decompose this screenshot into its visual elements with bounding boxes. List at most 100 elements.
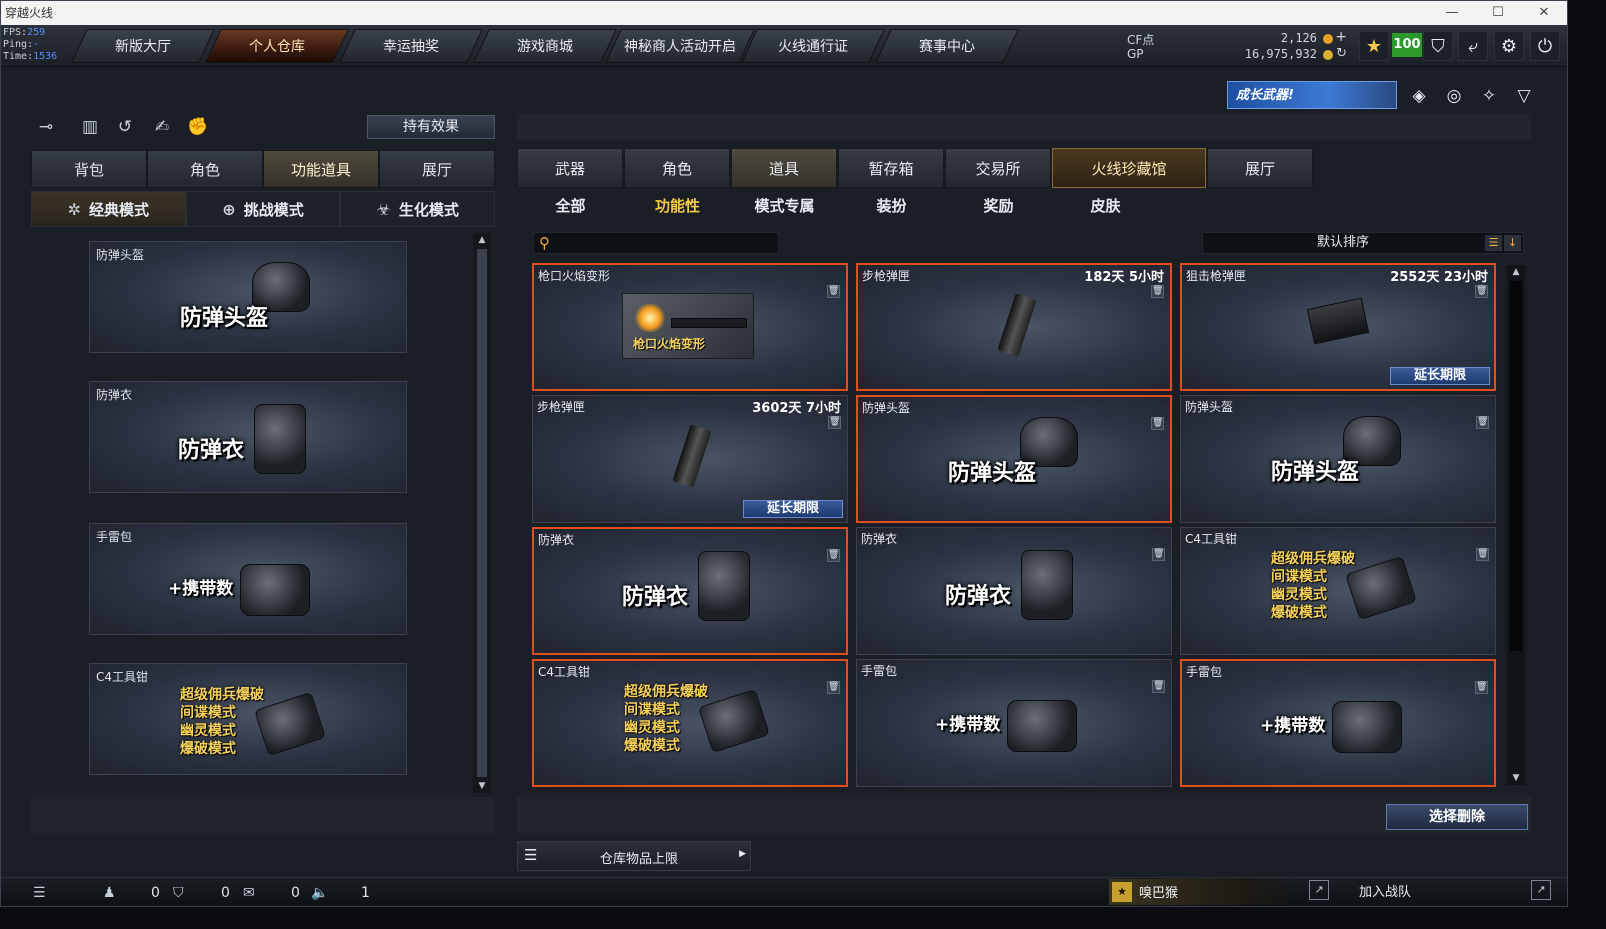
right-scrollbar[interactable]: ▲ ▼ bbox=[1507, 265, 1525, 785]
sub-tab[interactable]: 全部 bbox=[517, 191, 624, 221]
extend-button[interactable]: 延长期限 bbox=[1390, 367, 1490, 385]
inventory-card[interactable]: C4工具钳 🗑 超级佣兵爆破 间谍模式 幽灵模式 爆破模式 bbox=[1180, 527, 1496, 655]
scroll-thumb[interactable] bbox=[477, 249, 487, 777]
scroll-up-icon[interactable]: ▲ bbox=[1507, 265, 1525, 279]
right-tab[interactable]: 火线珍藏馆 bbox=[1052, 148, 1206, 188]
trash-icon[interactable]: 🗑 bbox=[827, 549, 840, 562]
nav-tab[interactable]: 游戏商城 bbox=[473, 29, 617, 63]
left-tab[interactable]: 角色 bbox=[147, 150, 263, 188]
sub-tab[interactable]: 皮肤 bbox=[1052, 191, 1159, 221]
mode-tab[interactable]: ☣ 生化模式 bbox=[340, 191, 496, 227]
inventory-card[interactable]: C4工具钳 超级佣兵爆破 间谍模式 幽灵模式 爆破模式 bbox=[89, 663, 407, 775]
key-icon[interactable]: ⊸ bbox=[33, 114, 59, 140]
trash-icon[interactable]: 🗑 bbox=[1475, 681, 1488, 694]
maximize-button[interactable]: ☐ bbox=[1475, 1, 1521, 25]
left-scrollbar[interactable]: ▲ ▼ bbox=[473, 233, 491, 793]
inventory-card[interactable]: 防弹衣 防弹衣 bbox=[89, 381, 407, 493]
left-tab[interactable]: 展厅 bbox=[379, 150, 495, 188]
chat-icon[interactable]: ✉ bbox=[243, 882, 255, 904]
inventory-card[interactable]: 枪口火焰变形 🗑 枪口火焰变形 bbox=[532, 263, 848, 391]
nav-tab[interactable]: 神秘商人活动开启 bbox=[605, 29, 755, 63]
gear-icon[interactable]: ⚙ bbox=[1494, 31, 1524, 61]
trash-icon[interactable]: 🗑 bbox=[828, 416, 841, 429]
trash-icon[interactable]: 🗑 bbox=[1151, 285, 1164, 298]
trash-icon[interactable]: 🗑 bbox=[827, 285, 840, 298]
power-icon[interactable]: ⏻ bbox=[1530, 31, 1560, 61]
scroll-thumb[interactable] bbox=[1510, 281, 1522, 651]
wing-icon[interactable]: ✧ bbox=[1476, 83, 1502, 109]
sub-tab[interactable]: 功能性 bbox=[624, 191, 731, 221]
stats-icon[interactable]: ▥ bbox=[77, 114, 103, 140]
left-tab[interactable]: 功能道具 bbox=[263, 150, 379, 188]
open-window-icon[interactable]: ↗ bbox=[1531, 880, 1551, 900]
trash-icon[interactable]: 🗑 bbox=[1476, 416, 1489, 429]
mode-tab[interactable]: ✲ 经典模式 bbox=[31, 191, 186, 227]
trash-icon[interactable]: 🗑 bbox=[1475, 285, 1488, 298]
growth-weapon-banner[interactable]: 成长武器! bbox=[1227, 81, 1397, 109]
scroll-down-icon[interactable]: ▼ bbox=[473, 779, 491, 793]
join-team-label[interactable]: 加入战队 bbox=[1359, 881, 1411, 900]
extend-button[interactable]: 延长期限 bbox=[743, 500, 843, 518]
right-tab[interactable]: 道具 bbox=[731, 148, 837, 188]
sub-tab[interactable]: 奖励 bbox=[945, 191, 1052, 221]
scroll-up-icon[interactable]: ▲ bbox=[473, 233, 491, 247]
glove-icon[interactable]: ✊ bbox=[185, 114, 211, 140]
hand-icon[interactable]: ✍ bbox=[149, 114, 175, 140]
globe-icon[interactable]: ◎ bbox=[1441, 83, 1467, 109]
menu-icon[interactable]: ☰ bbox=[33, 882, 46, 904]
inventory-card[interactable]: 防弹头盔 🗑 防弹头盔 bbox=[1180, 395, 1496, 523]
right-tab[interactable]: 角色 bbox=[624, 148, 730, 188]
sort-down-icon[interactable]: ↓ bbox=[1504, 235, 1521, 251]
inventory-card[interactable]: 手雷包 🗑 +携带数 bbox=[1180, 659, 1496, 787]
mode-tab[interactable]: ⊕ 挑战模式 bbox=[185, 191, 341, 227]
inventory-card[interactable]: 步枪弹匣 3602天 7小时 🗑 延长期限 bbox=[532, 395, 848, 523]
rank-icon[interactable]: ★ bbox=[1359, 31, 1389, 61]
trash-icon[interactable]: 🗑 bbox=[1151, 417, 1164, 430]
cf-add-button[interactable]: + bbox=[1335, 29, 1347, 45]
trash-icon[interactable]: 🗑 bbox=[827, 681, 840, 694]
right-tab[interactable]: 展厅 bbox=[1207, 148, 1313, 188]
nav-tab[interactable]: 火线通行证 bbox=[741, 29, 885, 63]
storage-limit-button[interactable]: ☰ 仓库物品上限 ▶ bbox=[517, 841, 751, 871]
nav-tab[interactable]: 幸运抽奖 bbox=[339, 29, 483, 63]
nav-tab[interactable]: 赛事中心 bbox=[875, 29, 1019, 63]
sort-dropdown[interactable]: 默认排序 ☰ ↓ bbox=[1202, 232, 1524, 254]
right-tab[interactable]: 武器 bbox=[517, 148, 623, 188]
gp-refresh-button[interactable]: ↻ bbox=[1336, 46, 1347, 61]
sub-tab[interactable]: 模式专属 bbox=[731, 191, 838, 221]
left-tab[interactable]: 背包 bbox=[31, 150, 147, 188]
nav-tab[interactable]: 个人仓库 bbox=[205, 29, 349, 63]
v-emblem-icon[interactable]: ▽ bbox=[1511, 83, 1537, 109]
clan-icon[interactable]: ⛉ bbox=[173, 882, 184, 904]
expand-icon[interactable]: ↗ bbox=[1309, 880, 1329, 900]
trash-icon[interactable]: 🗑 bbox=[1152, 680, 1165, 693]
history-icon[interactable]: ↺ bbox=[112, 114, 138, 140]
inventory-card[interactable]: 狙击枪弹匣 2552天 23小时 🗑 延长期限 bbox=[1180, 263, 1496, 391]
speaker-icon[interactable]: 🔈 bbox=[311, 882, 328, 904]
inventory-card[interactable]: 防弹头盔 防弹头盔 bbox=[89, 241, 407, 353]
list-view-icon[interactable]: ☰ bbox=[1485, 235, 1502, 251]
inventory-card[interactable]: 手雷包 +携带数 bbox=[89, 523, 407, 635]
return-icon[interactable]: ⤶ bbox=[1458, 31, 1488, 61]
emblem-icon[interactable]: ◈ bbox=[1406, 83, 1432, 109]
close-button[interactable]: ✕ bbox=[1521, 1, 1567, 25]
inventory-card[interactable]: 防弹衣 🗑 防弹衣 bbox=[532, 527, 848, 655]
select-delete-button[interactable]: 选择删除 bbox=[1386, 804, 1528, 830]
inventory-card[interactable]: 手雷包 🗑 +携带数 bbox=[856, 659, 1172, 787]
holding-effect-button[interactable]: 持有效果 bbox=[367, 115, 495, 139]
shield-icon[interactable]: ⛉ bbox=[1423, 31, 1453, 61]
nav-tab[interactable]: 新版大厅 bbox=[71, 29, 215, 63]
trash-icon[interactable]: 🗑 bbox=[1152, 548, 1165, 561]
sub-tab[interactable]: 装扮 bbox=[838, 191, 945, 221]
trash-icon[interactable]: 🗑 bbox=[1476, 548, 1489, 561]
right-tab[interactable]: 交易所 bbox=[945, 148, 1051, 188]
minimize-button[interactable]: — bbox=[1429, 1, 1475, 25]
scroll-down-icon[interactable]: ▼ bbox=[1507, 771, 1525, 785]
search-field[interactable]: ⚲ bbox=[533, 232, 779, 254]
inventory-card[interactable]: 防弹衣 🗑 防弹衣 bbox=[856, 527, 1172, 655]
inventory-card[interactable]: 步枪弹匣 182天 5小时 🗑 bbox=[856, 263, 1172, 391]
friends-icon[interactable]: ♟ bbox=[103, 882, 116, 904]
inventory-card[interactable]: C4工具钳 🗑 超级佣兵爆破 间谍模式 幽灵模式 爆破模式 bbox=[532, 659, 848, 787]
search-input[interactable] bbox=[560, 235, 770, 251]
inventory-card[interactable]: 防弹头盔 🗑 防弹头盔 bbox=[856, 395, 1172, 523]
